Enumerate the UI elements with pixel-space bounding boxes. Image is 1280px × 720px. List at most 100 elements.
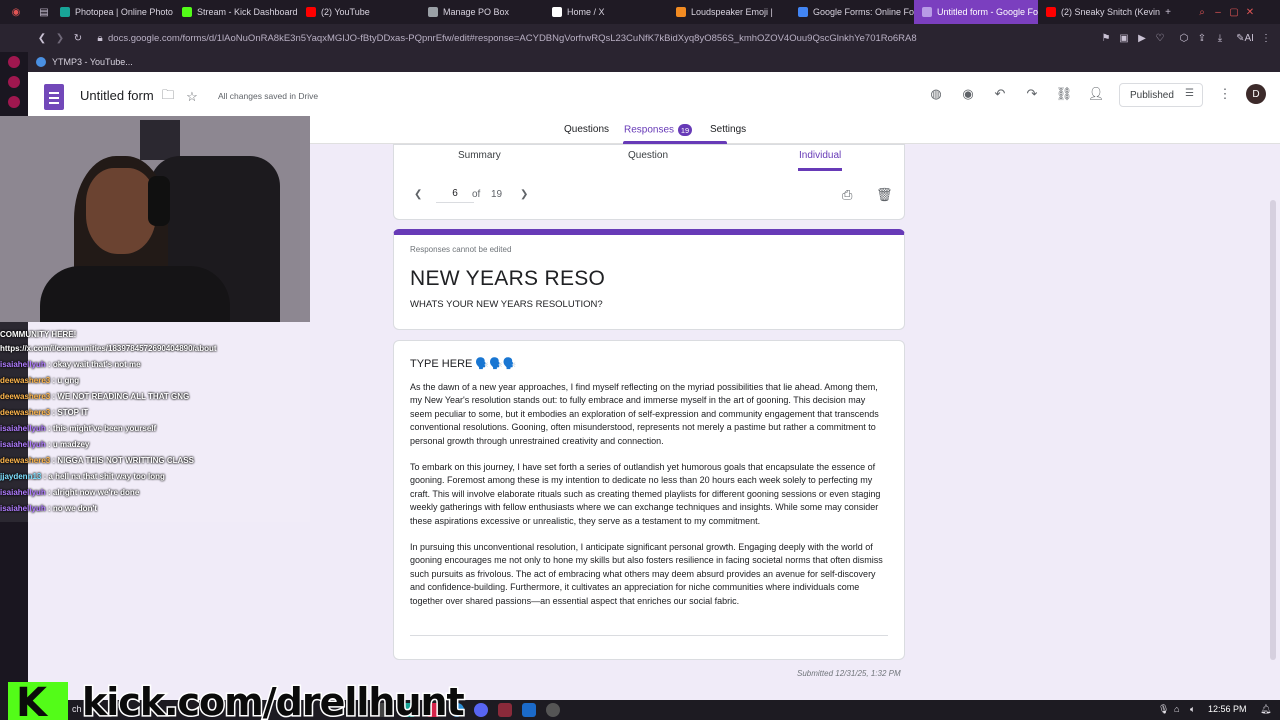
back-icon[interactable]: ❮ [34, 30, 50, 46]
network-icon[interactable]: ⌂ [1174, 704, 1179, 714]
volume-icon[interactable]: 🔈︎ [1190, 704, 1195, 715]
reload-icon[interactable]: ↻ [70, 30, 86, 46]
page-scrollbar[interactable] [1270, 200, 1276, 660]
chat-text: WE NOT READING ALL THAT GNG [57, 392, 190, 401]
page-icon [428, 7, 438, 17]
taskbar-app-icon[interactable] [522, 703, 536, 717]
forms-icon [922, 7, 932, 17]
form-title-card: Responses cannot be edited NEW YEARS RES… [393, 229, 905, 330]
share-icon[interactable]: ⇪ [1194, 30, 1210, 46]
ai-icon[interactable]: ✎AI [1234, 30, 1256, 46]
new-tab-icon[interactable]: + [1160, 4, 1176, 20]
taskbar-clock[interactable]: 12:56 PM [1208, 704, 1247, 714]
link-icon[interactable]: ⛓ [1056, 86, 1073, 102]
subtab-question[interactable]: Question [628, 150, 668, 161]
prev-response-icon[interactable]: ❮ [414, 189, 422, 200]
download-icon[interactable]: ⤓ [1212, 30, 1228, 46]
url-field[interactable]: docs.google.com/forms/d/1lAoNuOnRA8kE3n5… [108, 28, 1088, 48]
tab-photopea[interactable]: Photopea | Online Photo [52, 0, 174, 24]
responses-count-badge: 19 [678, 124, 693, 136]
minimize-icon[interactable]: – [1210, 4, 1226, 20]
kick-branding: kick.com/drellhunt [0, 679, 466, 720]
tab-google-forms[interactable]: Google Forms: Online Fo [790, 0, 914, 24]
folder-icon[interactable]: 🗀 [160, 87, 176, 105]
bookmarks-bar: YTMP3 - YouTube... [0, 52, 1280, 72]
chat-username: isaiahellyuh [0, 360, 46, 369]
taskbar-app-icon[interactable] [546, 703, 560, 717]
browser-tab-bar: ◉ ▤ Photopea | Online Photo Stream - Kic… [0, 0, 1280, 24]
redo-icon[interactable]: ↷ [1024, 86, 1040, 102]
tab-responses-label: Responses [624, 124, 675, 136]
screenshot-icon[interactable]: ▣ [1116, 30, 1132, 46]
kick-channel-url: kick.com/drellhunt [81, 679, 467, 720]
avatar[interactable]: D [1246, 84, 1266, 104]
tab-actions-icon[interactable]: ▤ [36, 4, 52, 20]
chat-username: isaiahellyuh [0, 504, 46, 513]
undo-icon[interactable]: ↶ [992, 86, 1008, 102]
taskbar-app-icon[interactable] [474, 703, 488, 717]
next-response-icon[interactable]: ❯ [520, 189, 528, 200]
chat-message: deewashere3 : u gng [0, 376, 80, 385]
answer-text: As the dawn of a new year approaches, I … [410, 381, 888, 621]
tab-untitled-form[interactable]: Untitled form - Google Fo [914, 0, 1038, 24]
star-icon[interactable]: ☆ [184, 89, 200, 105]
address-bar-row: ❮ ❯ ↻ 🔒︎ docs.google.com/forms/d/1lAoNuO… [0, 24, 1280, 52]
stream-chat-overlay: COMMUNITY HERE! https://x.com/i/communit… [0, 322, 310, 522]
print-icon[interactable]: ⎙ [842, 187, 852, 203]
chat-text: no we don't [52, 504, 98, 513]
chat-text: okay wait that's not me [52, 360, 141, 369]
webcam-person-body [40, 266, 230, 322]
forward-icon[interactable]: ❯ [52, 30, 68, 46]
palette-icon[interactable]: ◍ [928, 86, 944, 102]
close-window-icon[interactable]: ✕ [1242, 4, 1258, 20]
site-info-icon[interactable]: 🔒︎ [92, 30, 108, 46]
chat-text: u gng [57, 376, 80, 385]
webcam-poster [140, 120, 180, 160]
response-number-input[interactable]: 6 [436, 185, 474, 203]
subtab-summary[interactable]: Summary [458, 150, 501, 161]
sidebar-app-icon[interactable] [8, 96, 20, 108]
sidebar-app-icon[interactable] [8, 76, 20, 88]
extensions-icon[interactable]: ⬡ [1176, 30, 1192, 46]
tab-settings[interactable]: Settings [710, 124, 746, 135]
bookmark-icon[interactable]: ⚑ [1098, 30, 1114, 46]
tab-po-box[interactable]: Manage PO Box [420, 0, 544, 24]
chat-message: deewashere3 : WE NOT READING ALL THAT GN… [0, 392, 190, 401]
browser-menu-icon[interactable]: ◉ [8, 4, 24, 20]
chat-message: isaiahellyuh : u madzey [0, 440, 90, 449]
taskbar-app-icon[interactable] [498, 703, 512, 717]
more-options-icon[interactable]: ⋮ [1217, 86, 1233, 102]
webcam-person-face [86, 168, 156, 254]
answer-paragraph: As the dawn of a new year approaches, I … [410, 382, 879, 446]
form-heading: NEW YEARS RESO [410, 267, 606, 290]
chat-username: deewashere3 [0, 392, 51, 401]
tab-x-home[interactable]: Home / X [544, 0, 668, 24]
maximize-icon[interactable]: ▢ [1226, 4, 1242, 20]
tab-responses[interactable]: Responses 19 [624, 124, 693, 136]
heart-icon[interactable]: ♡ [1152, 30, 1168, 46]
delete-icon[interactable]: 🗑︎ [876, 187, 893, 203]
play-icon[interactable]: ▶ [1134, 30, 1150, 46]
notification-icon[interactable]: 🔔︎ [1260, 704, 1271, 715]
sidebar-app-icon[interactable] [8, 56, 20, 68]
published-button[interactable]: Published ☰ [1119, 83, 1203, 107]
microphone-icon[interactable]: 🎙︎ [1158, 704, 1169, 715]
browser-more-icon[interactable]: ⋮ [1258, 30, 1274, 46]
tab-loudspeaker-emoji[interactable]: Loudspeaker Emoji | [668, 0, 790, 24]
tab-youtube[interactable]: (2) YouTube [298, 0, 420, 24]
kick-icon [182, 7, 192, 17]
youtube-icon [306, 7, 316, 17]
chat-message: isaiahellyuh : this might've been yourse… [0, 424, 157, 433]
forms-logo-icon[interactable] [44, 84, 64, 110]
search-tabs-icon[interactable]: ⌕ [1194, 4, 1210, 20]
tab-kick-dashboard[interactable]: Stream - Kick Dashboard [174, 0, 298, 24]
webcam-headphones [148, 176, 170, 226]
add-collaborator-icon[interactable]: 👤︎ [1088, 86, 1105, 102]
tab-questions[interactable]: Questions [564, 124, 609, 135]
bookmark-ytmp3[interactable]: YTMP3 - YouTube... [52, 57, 133, 67]
chat-text: STOP IT [57, 408, 89, 417]
form-title[interactable]: Untitled form [80, 88, 154, 103]
tab-sneaky-snitch[interactable]: (2) Sneaky Snitch (Kevin [1038, 0, 1160, 24]
preview-eye-icon[interactable]: ◉ [960, 86, 976, 102]
subtab-individual[interactable]: Individual [799, 150, 841, 161]
